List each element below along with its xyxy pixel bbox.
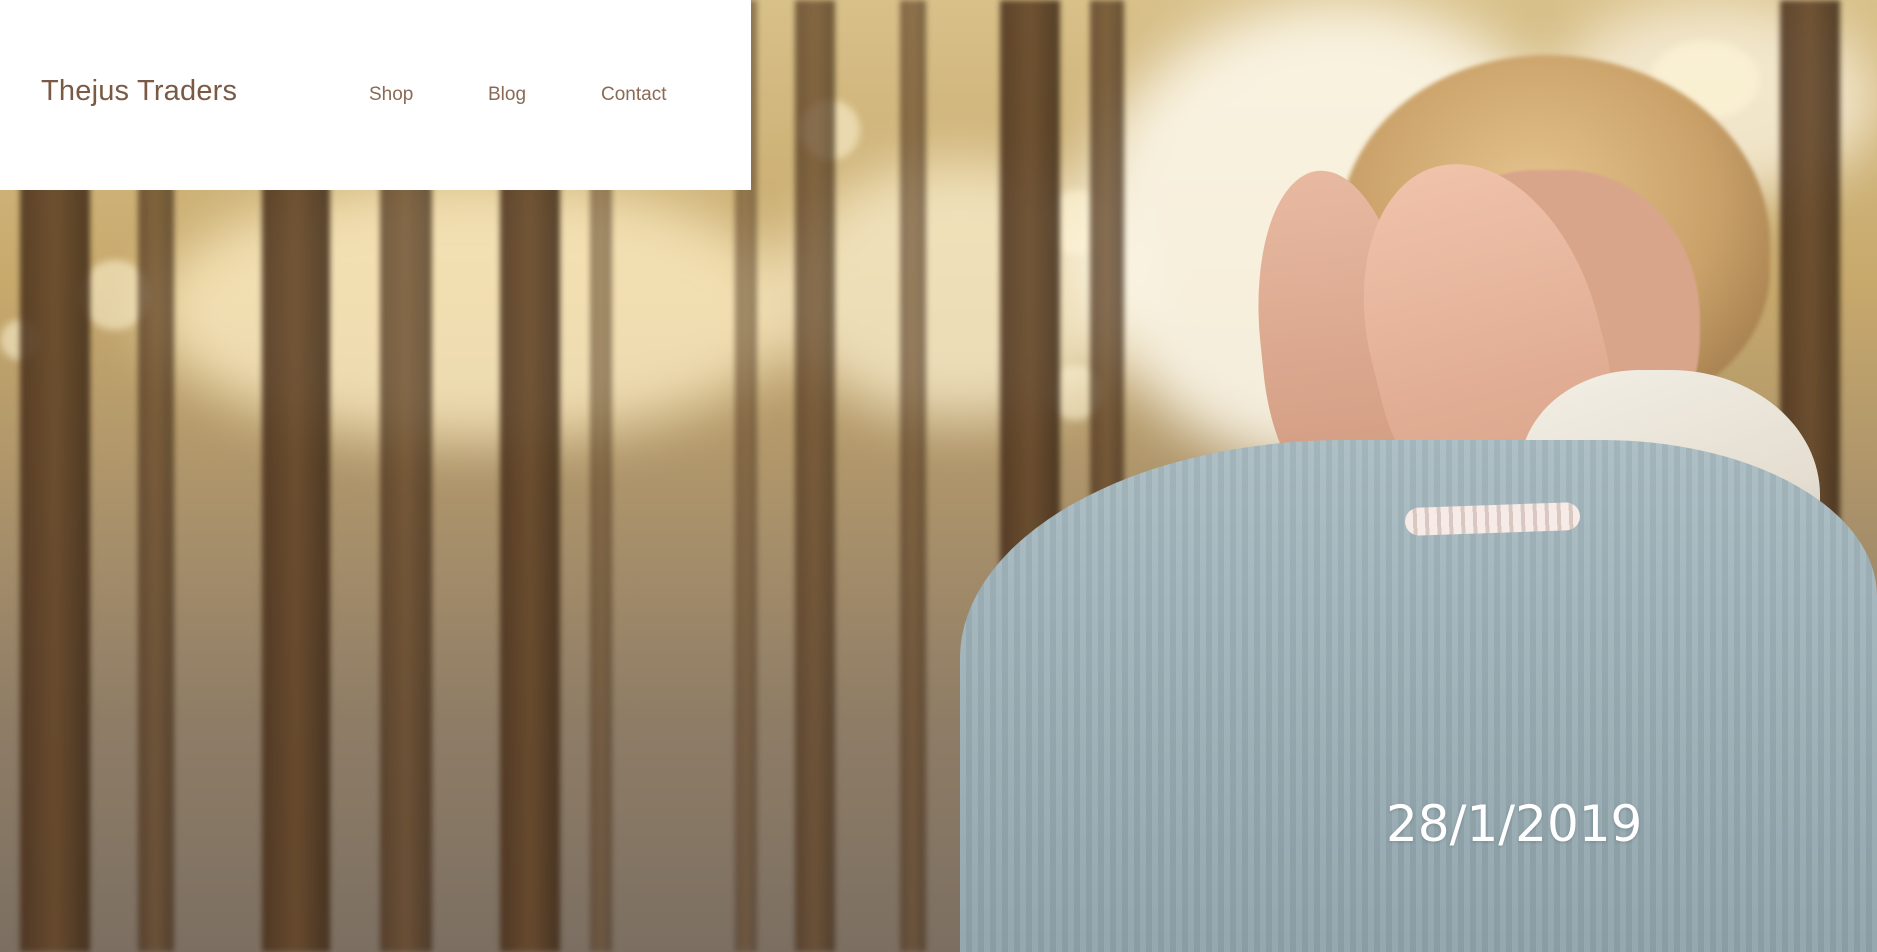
brand-logo-text[interactable]: Thejus Traders — [41, 75, 237, 108]
nav-link-blog[interactable]: Blog — [488, 84, 526, 106]
post-date: 28/1/2019 — [1386, 795, 1643, 853]
tree-trunk — [900, 0, 926, 952]
tree-trunk — [795, 0, 835, 952]
site-header: Thejus Traders Shop Blog Contact — [0, 0, 751, 190]
nav-link-contact[interactable]: Contact — [601, 84, 666, 106]
nav-link-shop[interactable]: Shop — [369, 84, 413, 106]
sunlight-glow — [150, 180, 800, 440]
